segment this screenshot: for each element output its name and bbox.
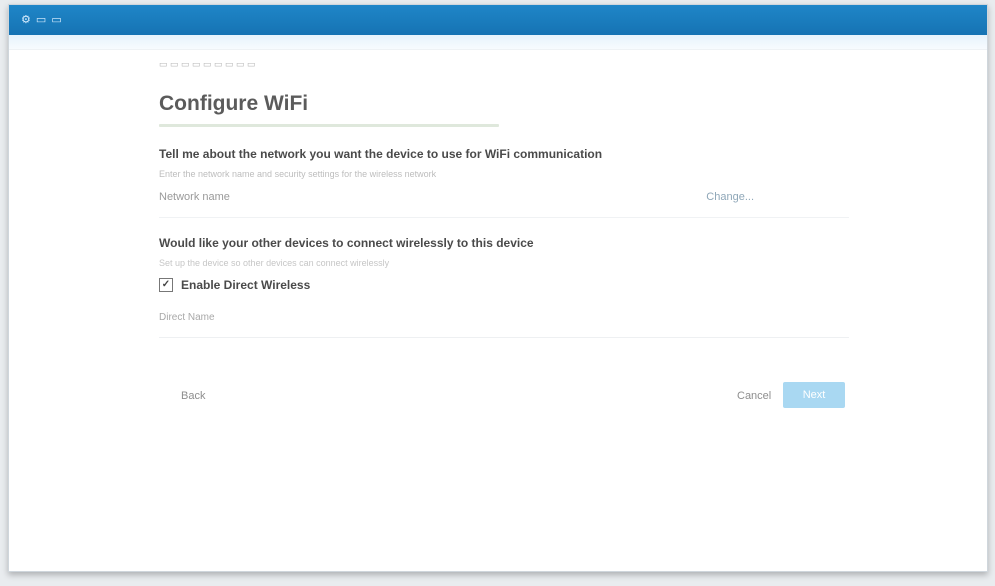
network-row: Network name Change... — [159, 191, 849, 203]
divider — [159, 217, 849, 218]
field-underline — [159, 337, 849, 338]
breadcrumb: ▭ ▭ ▭ ▭ ▭ ▭ ▭ ▭ ▭ — [159, 59, 256, 69]
network-name-label: Network name — [159, 191, 230, 203]
direct-section-description: Set up the device so other devices can c… — [159, 258, 390, 268]
app-logo: ⚙ ▭ ▭ — [21, 14, 63, 26]
back-button[interactable]: Back — [171, 386, 215, 406]
enable-direct-row[interactable]: ✓ Enable Direct Wireless — [159, 278, 849, 292]
direct-name-field[interactable]: Direct Name — [159, 312, 849, 323]
wifi-section-heading: Tell me about the network you want the d… — [159, 147, 603, 161]
cancel-button[interactable]: Cancel — [727, 386, 781, 406]
next-button[interactable]: Next — [783, 382, 845, 408]
wizard-content: ▭ ▭ ▭ ▭ ▭ ▭ ▭ ▭ ▭ Configure WiFi Tell me… — [159, 49, 849, 412]
sub-header — [9, 35, 987, 50]
page-title: Configure WiFi — [159, 92, 309, 115]
wifi-section-description: Enter the network name and security sett… — [159, 169, 437, 179]
enable-direct-checkbox[interactable]: ✓ — [159, 278, 173, 292]
change-network-link[interactable]: Change... — [706, 191, 754, 203]
wizard-footer: Back Cancel Next — [159, 382, 849, 412]
title-underline — [159, 124, 499, 127]
enable-direct-label: Enable Direct Wireless — [181, 278, 311, 292]
direct-section-heading: Would like your other devices to connect… — [159, 236, 534, 250]
title-bar: ⚙ ▭ ▭ — [9, 5, 987, 35]
app-window: ⚙ ▭ ▭ ▭ ▭ ▭ ▭ ▭ ▭ ▭ ▭ ▭ Configure WiFi T… — [8, 4, 988, 572]
